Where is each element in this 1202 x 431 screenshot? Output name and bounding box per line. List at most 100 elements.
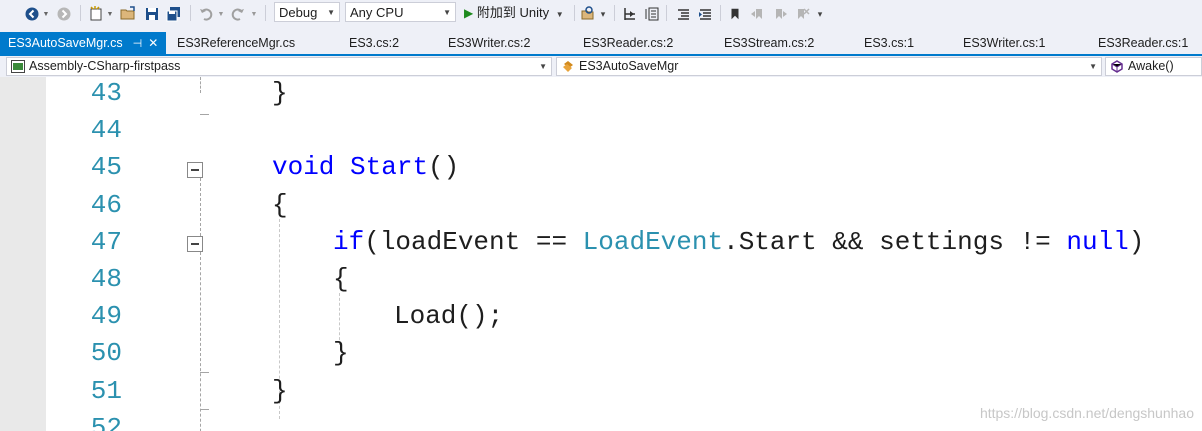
- code-line[interactable]: {: [333, 264, 349, 294]
- indicator-margin: [0, 77, 46, 431]
- redo-dropdown-icon[interactable]: ▼: [250, 4, 258, 24]
- collapse-region-toggle[interactable]: [187, 162, 203, 178]
- tab-es3stream-cs-2[interactable]: ES3Stream.cs:2: [724, 32, 814, 54]
- open-file-icon[interactable]: [120, 4, 136, 24]
- tab-es3referencemgr[interactable]: ES3ReferenceMgr.cs: [177, 32, 295, 54]
- toolbar-separator: [614, 5, 615, 21]
- project-name: Assembly-CSharp-firstpass: [29, 59, 181, 73]
- tab-label: ES3Writer.cs:2: [448, 36, 531, 50]
- find-in-files-icon[interactable]: [580, 4, 596, 24]
- code-line[interactable]: {: [272, 190, 288, 220]
- overflow-chevron-icon[interactable]: ▾: [598, 4, 608, 24]
- collapse-region-toggle[interactable]: [187, 236, 203, 252]
- main-toolbar: ▼ ▼ ▼ ▼ Debug ▼ Any CPU ▼ ▶ 附加到 Unity ▼ …: [0, 0, 1202, 30]
- forward-icon[interactable]: [56, 4, 72, 24]
- attach-unity-button[interactable]: ▶ 附加到 Unity ▼: [464, 3, 564, 23]
- method-icon: [1111, 60, 1123, 73]
- toolbar-separator: [80, 5, 81, 21]
- indent-guide: [339, 293, 340, 345]
- project-dropdown[interactable]: Assembly-CSharp-firstpass ▼: [6, 57, 552, 76]
- code-token: .Start && settings !=: [723, 226, 1067, 257]
- code-token: (loadEvent ==: [364, 226, 583, 257]
- clear-bookmarks-icon[interactable]: [794, 4, 810, 24]
- code-line[interactable]: Load();: [394, 301, 503, 331]
- code-token: }: [272, 78, 288, 108]
- step-icon[interactable]: [622, 4, 638, 24]
- save-icon[interactable]: [144, 4, 160, 24]
- keyword-token: null: [1066, 226, 1129, 257]
- code-token: (): [428, 152, 460, 183]
- code-line[interactable]: void Start(): [272, 152, 459, 182]
- tab-es3autosavemgr[interactable]: ES3AutoSaveMgr.cs ⊣ ✕: [0, 32, 167, 54]
- code-token: {: [272, 189, 288, 220]
- code-token: {: [333, 264, 349, 294]
- play-icon: ▶: [464, 6, 474, 20]
- code-line[interactable]: }: [333, 338, 349, 368]
- previous-bookmark-icon[interactable]: [750, 4, 766, 24]
- tab-label: ES3Stream.cs:2: [724, 36, 815, 50]
- tab-label: ES3.cs:1: [864, 36, 915, 50]
- toolbar-separator: [265, 5, 266, 21]
- tab-es3-cs-2[interactable]: ES3.cs:2: [349, 32, 399, 54]
- line-number: 50: [90, 338, 122, 369]
- next-bookmark-icon[interactable]: [772, 4, 788, 24]
- line-number: 45: [90, 152, 122, 183]
- uncomment-lines-icon[interactable]: [698, 4, 714, 24]
- csharp-project-icon: [11, 60, 25, 73]
- configuration-label: Debug: [279, 5, 318, 20]
- tab-es3-cs-1[interactable]: ES3.cs:1: [864, 32, 914, 54]
- tab-es3reader-cs-1[interactable]: ES3Reader.cs:1: [1098, 32, 1188, 54]
- tab-es3writer-cs-1[interactable]: ES3Writer.cs:1: [963, 32, 1045, 54]
- chevron-down-icon: ▼: [1089, 62, 1097, 71]
- chevron-down-icon: ▼: [327, 8, 335, 17]
- type-name: ES3AutoSaveMgr: [579, 59, 679, 73]
- bookmark-icon[interactable]: [728, 4, 742, 24]
- code-editor[interactable]: 43 44 45 46 47 48 49 50 51 52 } void Start() {if(lo…: [0, 77, 1202, 431]
- undo-dropdown-icon[interactable]: ▼: [217, 4, 225, 24]
- navigation-bar: Assembly-CSharp-firstpass ▼ ES3AutoSaveM…: [0, 56, 1202, 77]
- keyword-token: if: [333, 226, 365, 257]
- tab-es3reader-cs-2[interactable]: ES3Reader.cs:2: [583, 32, 673, 54]
- toolbar-separator: [720, 5, 721, 21]
- toolbar-overflow-icon[interactable]: ▾: [815, 4, 825, 24]
- pin-icon[interactable]: ⊣: [133, 38, 143, 50]
- code-line[interactable]: }: [272, 376, 288, 406]
- tab-label: ES3Reader.cs:2: [583, 36, 674, 50]
- line-number: 43: [90, 78, 122, 108]
- code-line[interactable]: if(loadEvent == LoadEvent.Start && setti…: [333, 227, 1144, 257]
- watermark: https://blog.csdn.net/dengshunhao: [979, 405, 1194, 421]
- outline-end-tick: [200, 372, 209, 373]
- redo-icon[interactable]: [230, 4, 246, 24]
- new-project-icon[interactable]: [88, 4, 104, 24]
- tab-label: ES3Reader.cs:1: [1098, 36, 1189, 50]
- comment-lines-icon[interactable]: [676, 4, 692, 24]
- breakpoint-window-icon[interactable]: [644, 4, 660, 24]
- code-line[interactable]: }: [272, 78, 288, 108]
- tab-label: ES3Writer.cs:1: [963, 36, 1046, 50]
- tab-label: ES3AutoSaveMgr.cs: [8, 36, 123, 50]
- outline-end-tick: [200, 114, 209, 115]
- code-token: }: [333, 338, 349, 369]
- document-tab-strip: ES3AutoSaveMgr.cs ⊣ ✕ ES3ReferenceMgr.cs E…: [0, 32, 1202, 54]
- new-dropdown-icon[interactable]: ▼: [106, 4, 114, 24]
- line-number: 49: [90, 301, 122, 332]
- platform-label: Any CPU: [350, 5, 404, 20]
- close-icon[interactable]: ✕: [148, 36, 158, 50]
- undo-icon[interactable]: [198, 4, 214, 24]
- tab-label: ES3.cs:2: [349, 36, 400, 50]
- member-name: Awake(): [1128, 59, 1174, 73]
- configuration-select[interactable]: Debug ▼: [274, 2, 340, 22]
- outline-guide-line: [200, 252, 201, 431]
- member-dropdown[interactable]: Awake(): [1105, 57, 1202, 76]
- back-icon[interactable]: [24, 4, 40, 24]
- attach-unity-label: 附加到 Unity: [476, 5, 550, 20]
- tab-es3writer-cs-2[interactable]: ES3Writer.cs:2: [448, 32, 530, 54]
- keyword-token: Start: [350, 152, 429, 183]
- platform-select[interactable]: Any CPU ▼: [345, 2, 456, 22]
- code-token: }: [272, 375, 288, 406]
- type-dropdown[interactable]: ES3AutoSaveMgr ▼: [556, 57, 1102, 76]
- back-dropdown-icon[interactable]: ▼: [42, 4, 50, 24]
- line-number: 46: [90, 189, 122, 220]
- save-all-icon[interactable]: [166, 4, 182, 24]
